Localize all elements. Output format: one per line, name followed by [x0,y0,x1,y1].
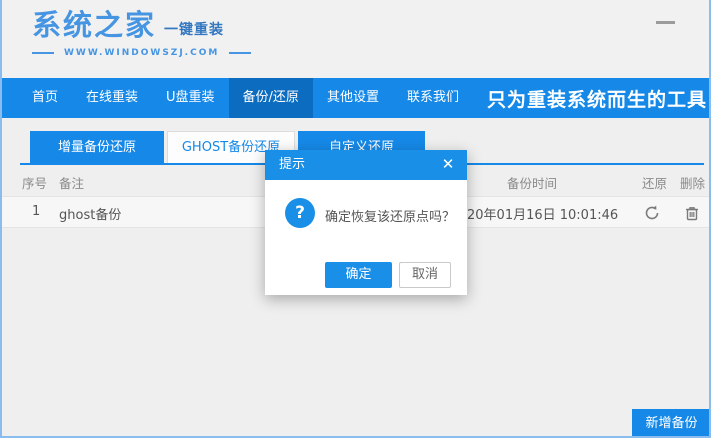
nav-item-online-reinstall[interactable]: 在线重装 [72,78,152,118]
confirm-button[interactable]: 确定 [325,262,392,288]
cancel-button[interactable]: 取消 [399,262,451,288]
minimize-icon[interactable] [656,17,675,27]
column-header-backup-time: 备份时间 [507,173,557,192]
confirm-dialog: 提示 ✕ ? 确定恢复该还原点吗？ 确定 取消 [265,150,467,295]
trash-icon[interactable] [683,204,701,222]
nav-item-contact[interactable]: 联系我们 [393,78,473,118]
website-row: WWW.WINDOWSZJ.COM [32,48,251,58]
tab-incremental-backup-restore[interactable]: 增量备份还原 [30,131,164,165]
row-note: ghost备份 [59,204,121,223]
restore-icon[interactable] [643,204,661,222]
header: 系统之家 一键重装 WWW.WINDOWSZJ.COM [2,0,709,78]
question-icon: ? [285,198,315,228]
nav-item-usb-reinstall[interactable]: U盘重装 [152,78,229,118]
dialog-title-bar: 提示 ✕ [265,150,467,180]
nav-item-other-settings[interactable]: 其他设置 [313,78,393,118]
dash-decoration-left [32,52,54,54]
nav-bar: 首页 在线重装 U盘重装 备份/还原 其他设置 联系我们 只为重装系统而生的工具 [2,78,709,118]
column-header-note: 备注 [59,173,84,192]
website-url: WWW.WINDOWSZJ.COM [64,48,219,58]
column-header-delete: 删除 [680,173,705,192]
nav-slogan: 只为重装系统而生的工具 [487,85,709,112]
column-header-restore: 还原 [642,173,667,192]
dash-decoration-right [229,52,251,54]
logo: 系统之家 一键重装 [32,8,224,42]
dialog-message: 确定恢复该还原点吗？ [325,206,455,225]
row-index: 1 [32,204,40,219]
row-backup-time: 20年01月16日 10:01:46 [467,204,618,223]
new-backup-button[interactable]: 新增备份 [632,409,711,438]
logo-subtitle: 一键重装 [164,19,224,39]
app-window: 系统之家 一键重装 WWW.WINDOWSZJ.COM 首页 在线重装 U盘重装… [0,0,711,438]
close-icon[interactable]: ✕ [438,150,458,180]
nav-item-home[interactable]: 首页 [18,78,72,118]
column-header-index: 序号 [22,173,47,192]
dialog-title: 提示 [279,157,305,172]
nav-item-backup-restore[interactable]: 备份/还原 [229,78,313,118]
logo-text: 系统之家 [32,8,156,42]
